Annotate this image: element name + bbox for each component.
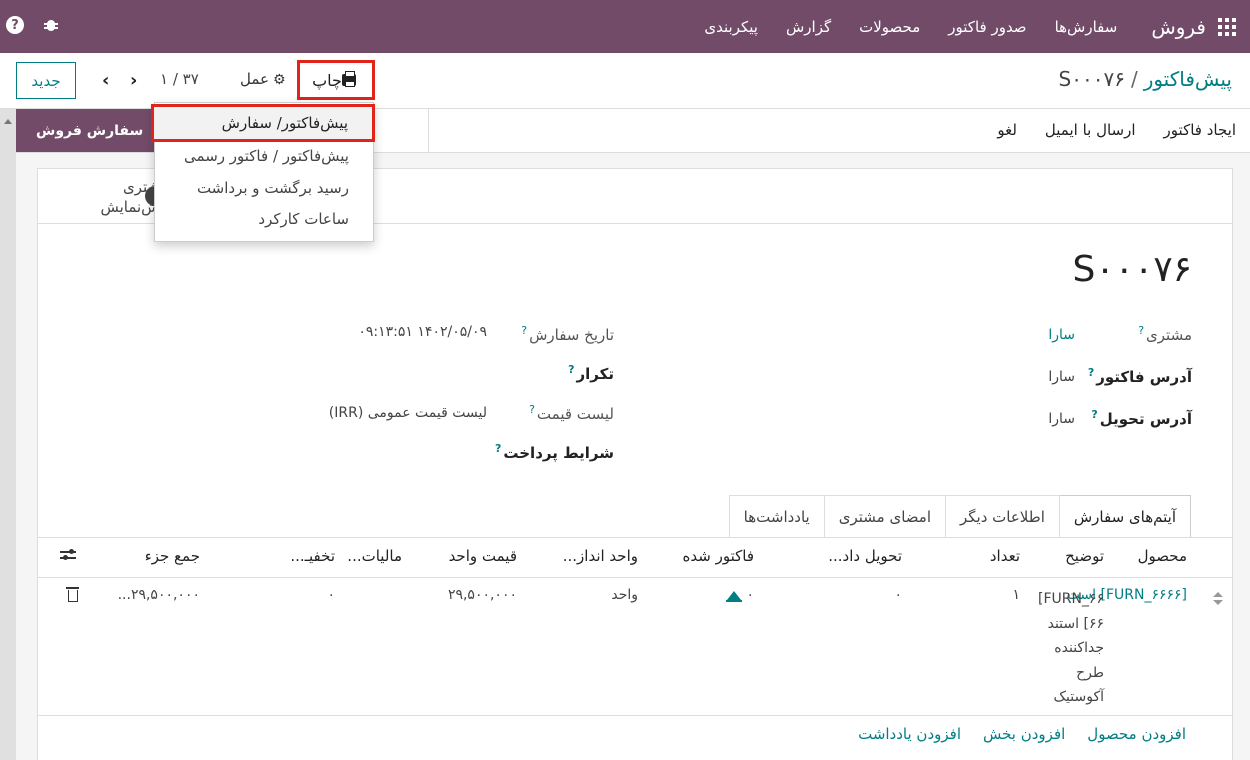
print-menu-item-picking-receipt[interactable]: رسید برگشت و برداشت: [197, 179, 349, 197]
table-header-divider: [38, 577, 1232, 578]
breadcrumb-parent[interactable]: پیش‌فاکتور: [1144, 67, 1232, 91]
row-subtotal: ۲۹,۵۰۰,۰۰۰...: [117, 587, 200, 603]
action-button[interactable]: ⚙عمل: [240, 70, 286, 88]
help-tooltip-icon[interactable]: ?: [495, 442, 501, 455]
help-tooltip-icon[interactable]: ?: [1138, 324, 1144, 337]
invoice-address-value[interactable]: سارا: [1048, 369, 1075, 385]
breadcrumb: پیش‌فاکتور/S۰۰۰۷۶: [1059, 67, 1232, 91]
row-unit-price[interactable]: ۲۹,۵۰۰,۰۰۰: [448, 587, 517, 603]
pager-value[interactable]: ۱ / ۳۷: [160, 70, 199, 88]
top-navbar: فروش سفارش‌ها صدور فاکتور محصولات گزارش …: [0, 0, 1250, 53]
printer-icon: [341, 71, 356, 87]
column-taxes[interactable]: مالیات...: [347, 547, 402, 565]
column-discount[interactable]: تخفیـ...: [290, 547, 335, 565]
add-note-link[interactable]: افزودن یادداشت: [858, 725, 961, 743]
row-quantity[interactable]: ۱: [1012, 587, 1020, 603]
form-sheet: مشتری پیش‌نمایش S۰۰۰۷۶ مشتری? سارا آدرس …: [37, 168, 1233, 760]
tab-order-lines[interactable]: آیتم‌های سفارش: [1058, 495, 1191, 538]
apps-menu-icon[interactable]: [1218, 17, 1236, 36]
stage-sales-order[interactable]: سفارش فروش: [16, 109, 172, 152]
help-icon[interactable]: ?: [6, 16, 24, 34]
column-delivered[interactable]: تحویل داد...: [828, 547, 902, 565]
cancel-button[interactable]: لغو: [997, 121, 1017, 139]
description-line: آکوستیک: [1053, 689, 1105, 705]
pager-next-button[interactable]: ›: [130, 70, 146, 91]
pricelist-value[interactable]: لیست قیمت عمومی (IRR): [329, 405, 487, 421]
tab-notes[interactable]: یادداشت‌ها: [728, 495, 825, 537]
order-date-value[interactable]: ۱۴۰۲/۰۵/۰۹ ۰۹:۱۳:۵۱: [358, 324, 487, 340]
row-description[interactable]: FURN_۶۶] ۶۶] استند جداکننده طرح آکوستیک: [1038, 587, 1104, 710]
control-panel: پیش‌فاکتور/S۰۰۰۷۶ چاپ ⚙عمل ۱ / ۳۷ › ‹ جد…: [0, 53, 1250, 109]
document-title: S۰۰۰۷۶: [1072, 249, 1192, 290]
create-invoice-button[interactable]: ایجاد فاکتور: [1164, 121, 1236, 139]
drag-handle-icon[interactable]: [1213, 592, 1223, 606]
forecast-chart-icon[interactable]: [726, 590, 742, 602]
help-tooltip-icon[interactable]: ?: [568, 363, 574, 376]
optional-columns-icon[interactable]: [60, 549, 76, 561]
help-tooltip-icon[interactable]: ?: [529, 403, 535, 416]
print-label: چاپ: [312, 70, 342, 90]
menu-invoicing[interactable]: صدور فاکتور: [948, 18, 1026, 36]
add-line-links: افزودن محصول افزودن بخش افزودن یادداشت: [858, 725, 1186, 743]
delivery-address-label: آدرس تحویل?: [1091, 408, 1192, 428]
tabs-divider: [38, 537, 1232, 538]
description-line: ۶۶] استند: [1047, 615, 1104, 632]
menu-configuration[interactable]: پیکربندی: [704, 18, 758, 36]
menu-reporting[interactable]: گزارش: [786, 18, 831, 36]
row-delivered[interactable]: ۰: [894, 587, 902, 603]
new-button[interactable]: جدید: [16, 62, 76, 99]
breadcrumb-current: S۰۰۰۷۶: [1058, 67, 1125, 91]
chevron-left-icon: ‹: [102, 70, 110, 91]
description-line: طرح: [1076, 664, 1104, 681]
print-dropdown-menu: پیش‌فاکتور/ سفارش پیش‌فاکتور / فاکتور رس…: [151, 102, 375, 242]
column-uom[interactable]: واحد انداز...: [563, 547, 638, 565]
column-description[interactable]: توضیح: [1065, 547, 1104, 565]
description-line: جداکننده: [1054, 640, 1104, 656]
column-invoiced[interactable]: فاکتور شده: [683, 547, 754, 565]
description-line: FURN_۶۶]: [1037, 591, 1104, 607]
column-subtotal[interactable]: جمع جزء: [145, 547, 200, 565]
notebook-tabs: آیتم‌های سفارش اطلاعات دیگر امضای مشتری …: [728, 495, 1191, 538]
add-product-link[interactable]: افزودن محصول: [1087, 725, 1186, 743]
navbar-systray: ?: [6, 16, 58, 34]
tab-customer-signature[interactable]: امضای مشتری: [823, 495, 946, 537]
order-date-label: تاریخ سفارش?: [521, 324, 614, 344]
tab-other-info[interactable]: اطلاعات دیگر: [944, 495, 1060, 537]
table-row-divider: [38, 715, 1232, 716]
row-discount[interactable]: ۰: [327, 587, 335, 603]
print-button[interactable]: چاپ: [297, 60, 375, 100]
trash-icon[interactable]: [66, 587, 79, 602]
column-unit-price[interactable]: قیمت واحد: [449, 547, 517, 565]
app-brand[interactable]: فروش: [1151, 15, 1206, 39]
recurrence-label: تکرار?: [568, 363, 614, 383]
print-menu-item-proforma-invoice[interactable]: پیش‌فاکتور / فاکتور رسمی: [184, 147, 349, 165]
menu-orders[interactable]: سفارش‌ها: [1055, 18, 1118, 36]
menu-products[interactable]: محصولات: [859, 18, 920, 36]
pricelist-label: لیست قیمت?: [529, 403, 614, 423]
print-menu-item-quotation-order[interactable]: پیش‌فاکتور/ سفارش: [151, 104, 375, 142]
row-uom[interactable]: واحد: [611, 587, 638, 603]
debug-icon[interactable]: [44, 17, 58, 33]
column-quantity[interactable]: تعداد: [990, 547, 1020, 565]
print-menu-item-timesheets[interactable]: ساعات کارکرد: [258, 210, 349, 228]
breadcrumb-separator: /: [1130, 67, 1138, 91]
help-tooltip-icon[interactable]: ?: [1091, 408, 1097, 421]
left-scroll-strip[interactable]: [0, 109, 16, 760]
header-actions: ایجاد فاکتور ارسال با ایمیل لغو: [997, 121, 1236, 139]
customer-value[interactable]: سارا: [1048, 327, 1075, 343]
row-invoiced: ۰: [746, 587, 754, 603]
customer-label: مشتری?: [1138, 324, 1192, 344]
help-tooltip-icon[interactable]: ?: [1088, 366, 1094, 379]
chevron-right-icon: ›: [130, 70, 138, 91]
delivery-address-value[interactable]: سارا: [1048, 411, 1075, 427]
payment-terms-label: شرایط پرداخت?: [494, 442, 614, 462]
column-product[interactable]: محصول: [1138, 547, 1187, 565]
invoice-address-label: آدرس فاکتور?: [1087, 366, 1192, 386]
send-by-email-button[interactable]: ارسال با ایمیل: [1045, 121, 1136, 139]
help-tooltip-icon[interactable]: ?: [521, 324, 527, 337]
gear-icon: ⚙: [272, 72, 286, 88]
action-label: عمل: [240, 70, 269, 88]
pager-previous-button[interactable]: ‹: [102, 70, 118, 91]
add-section-link[interactable]: افزودن بخش: [983, 725, 1065, 743]
